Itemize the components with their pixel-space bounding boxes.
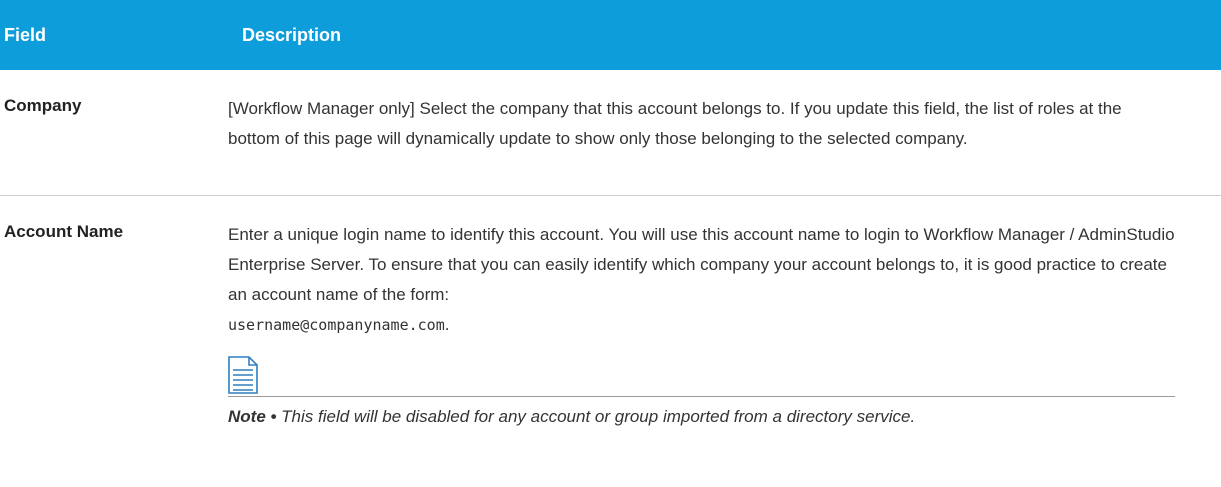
- note-divider: [228, 396, 1175, 397]
- table-row-company: Company [Workflow Manager only] Select t…: [0, 70, 1221, 196]
- table-header: Field Description: [0, 0, 1221, 70]
- note: Note • This field will be disabled for a…: [228, 405, 1175, 429]
- example-account-name: username@companyname.com: [228, 316, 445, 334]
- note-document-icon: [228, 356, 258, 394]
- field-description-table: Field Description Company [Workflow Mana…: [0, 0, 1221, 429]
- table-row-account-name: Account Name Enter a unique login name t…: [0, 196, 1221, 429]
- field-description: [Workflow Manager only] Select the compa…: [228, 99, 1122, 148]
- field-description-cell: Enter a unique login name to identify th…: [228, 220, 1175, 429]
- field-name: Account Name: [4, 222, 124, 241]
- header-description: Description: [242, 24, 342, 45]
- field-description: Enter a unique login name to identify th…: [228, 225, 1175, 334]
- header-field: Field: [4, 24, 47, 45]
- note-text: This field will be disabled for any acco…: [276, 407, 916, 426]
- field-name: Company: [4, 96, 82, 115]
- note-label: Note •: [228, 407, 277, 426]
